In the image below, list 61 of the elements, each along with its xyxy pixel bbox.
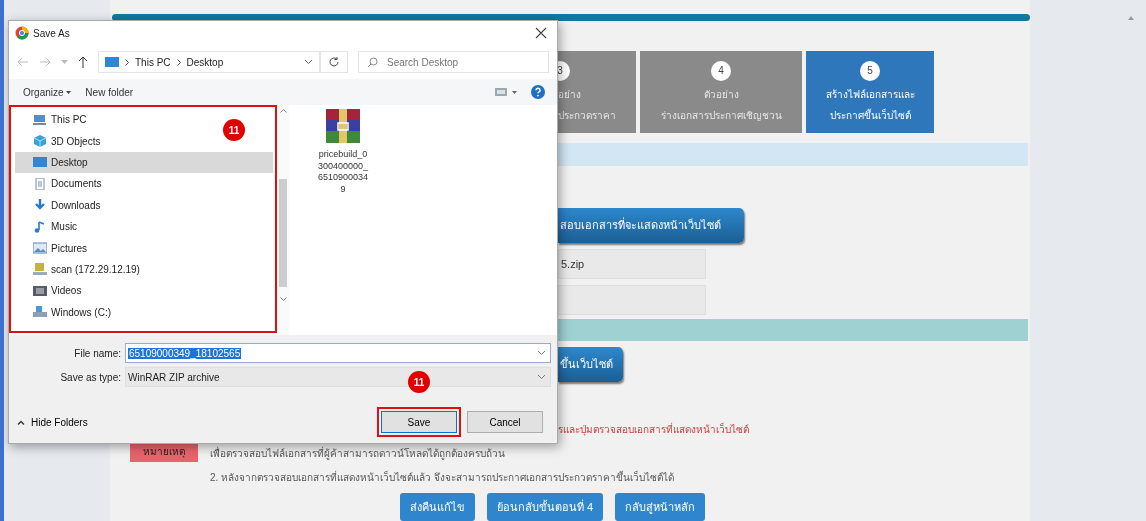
action-button[interactable]: ย้อนกลับขั้นตอนที่ 4 — [487, 493, 604, 521]
warning-text: รและปุ่มตรวจสอบเอกสารที่แสดงหน้าเว็บไซต์ — [558, 422, 749, 437]
music-note-icon — [33, 220, 47, 233]
folder-item[interactable]: Videos — [15, 280, 211, 302]
note-text: เพื่อตรวจสอบไฟล์เอกสารที่ผู้ค้าสามารถดาวน์โหลดได้ถูกต้องครบถ้วน — [210, 446, 506, 461]
refresh-button[interactable] — [320, 51, 348, 73]
hide-folders-button[interactable]: Hide Folders — [17, 416, 88, 428]
view-icon[interactable] — [495, 87, 517, 97]
new-folder-button[interactable]: New folder — [85, 86, 134, 98]
folder-item[interactable]: scan (172.29.12.19) — [15, 258, 211, 281]
action-button[interactable]: กลับสู่หน้าหลัก — [615, 493, 706, 521]
chevron-right-icon — [125, 58, 129, 66]
monitor-icon — [105, 57, 119, 67]
chevron-down-icon[interactable] — [304, 59, 313, 65]
folder-item[interactable]: Pictures — [15, 237, 211, 259]
empty-field[interactable] — [558, 285, 706, 316]
archive-icon — [324, 109, 362, 143]
folder-item[interactable]: Windows (C:) — [15, 301, 211, 323]
publish-button[interactable]: ขึ้นเว็บไซต์ — [558, 347, 623, 382]
search-icon — [367, 57, 378, 68]
chevron-up-icon — [17, 419, 25, 425]
caret-icon — [66, 91, 72, 95]
scroll-up-icon[interactable] — [1128, 16, 1134, 20]
chevron-right-icon — [176, 58, 181, 66]
folder-item[interactable]: Downloads — [15, 194, 211, 216]
window-title: Save As — [33, 27, 71, 39]
help-icon[interactable] — [531, 85, 545, 99]
search-field[interactable]: Search Desktop — [358, 51, 549, 73]
file-item[interactable]: pricebuild_0300400000_65109000349 — [311, 109, 375, 196]
folder-item[interactable]: This PC — [15, 109, 211, 131]
step-badge: 11 — [223, 119, 245, 141]
scrollbar[interactable] — [277, 105, 289, 335]
save-type-label: Save as type: — [59, 371, 121, 383]
folder-item[interactable]: Desktop — [15, 151, 273, 174]
organize-menu[interactable]: Organize — [23, 86, 72, 98]
app-icon — [15, 26, 29, 40]
chevron-down-icon[interactable] — [537, 350, 546, 356]
back-icon[interactable] — [17, 57, 29, 67]
dropdown-icon[interactable] — [61, 59, 68, 65]
download-arrow-icon — [33, 199, 47, 212]
save-button[interactable]: Save — [381, 411, 457, 433]
step-badge: 11 — [408, 371, 430, 393]
step-tab[interactable]: 5 สร้างไฟล์เอกสารและ ประกาศขึ้นเว็บไซต์ — [806, 50, 934, 133]
up-icon[interactable] — [78, 56, 88, 68]
chevron-down-icon[interactable] — [537, 374, 546, 380]
file-name-field[interactable]: 65109000349_18102565 — [125, 343, 551, 363]
refresh-icon — [328, 56, 340, 68]
forward-icon[interactable] — [39, 57, 51, 67]
close-icon[interactable] — [535, 27, 547, 39]
file-name-label: File name: — [73, 347, 121, 359]
folder-item[interactable]: 3D Objects — [15, 130, 211, 152]
action-button[interactable]: ส่งคืนแก้ไข — [400, 493, 475, 521]
check-documents-button[interactable]: สอบเอกสารที่จะแสดงหน้าเว็บไซต์ — [558, 208, 744, 244]
address-bar[interactable]: This PC Desktop — [98, 51, 320, 73]
file-field[interactable]: 5.zip — [558, 249, 706, 280]
cancel-button[interactable]: Cancel — [467, 411, 543, 433]
step-tab[interactable]: 3 อย่าง ประกวดราคา — [558, 50, 636, 133]
step-tab[interactable]: 4 ตัวอย่าง ร่างเอกสารประกาศเชิญชวน — [640, 50, 802, 133]
folder-item[interactable]: Music — [15, 215, 211, 238]
folder-item[interactable]: Documents — [15, 173, 211, 195]
note-text: 2. หลังจากตรวจสอบเอกสารที่แสดงหน้าเว็บไซต์แล้ว จึงจะสามารถประกาศเอกสารประกวดราคาขึ้นเว็บไซต์ได้ — [210, 470, 675, 485]
